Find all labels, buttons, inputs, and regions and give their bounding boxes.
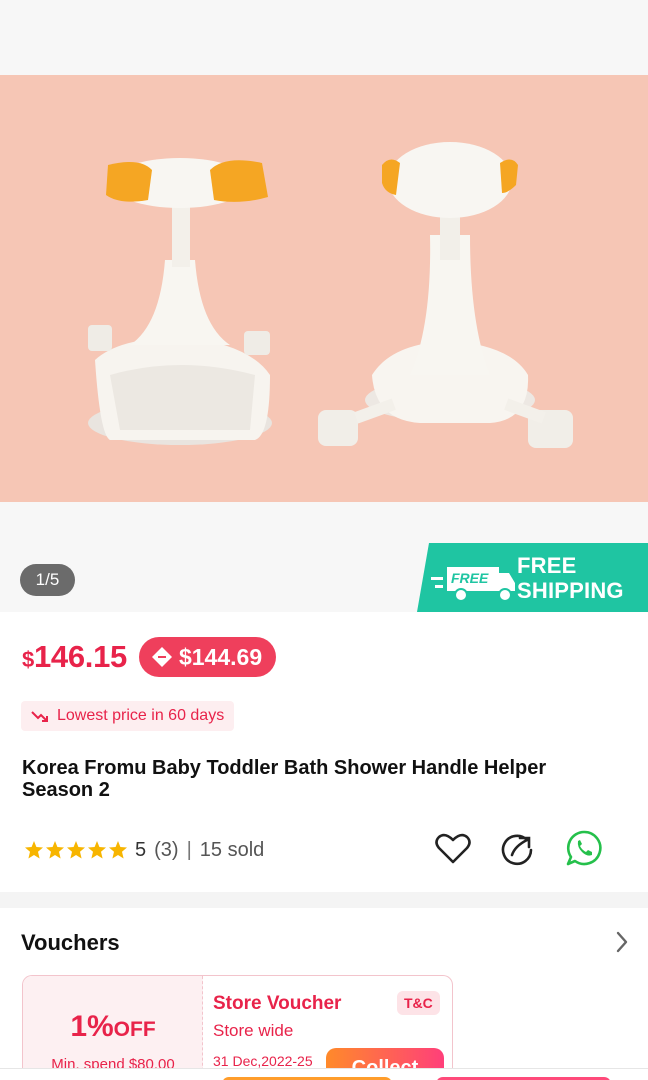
star-icon: [25, 841, 43, 859]
meta-separator: |: [186, 838, 192, 861]
star-icon: [46, 841, 64, 859]
voucher-discount: 1%OFF: [23, 1010, 203, 1044]
star-icon: [88, 841, 106, 859]
like-button[interactable]: [433, 828, 473, 868]
section-divider: [0, 892, 648, 908]
chevron-right-icon[interactable]: [610, 930, 634, 954]
lowest-price-badge: Lowest price in 60 days: [21, 701, 235, 731]
trend-down-icon: [31, 711, 48, 722]
price-main: $146.15: [22, 639, 127, 675]
free-shipping-badge: FREE FREE SHIPPING: [417, 543, 648, 612]
terms-button[interactable]: T&C: [397, 991, 440, 1015]
product-image[interactable]: [0, 75, 648, 502]
star-rating: [24, 841, 129, 859]
bottom-action-bar: [0, 1068, 648, 1080]
top-bar: [0, 0, 648, 75]
product-photo: [0, 75, 648, 502]
review-count: (3): [154, 838, 179, 861]
voucher-date: 31 Dec,2022-25: [213, 1053, 313, 1069]
share-button[interactable]: [498, 828, 538, 868]
whatsapp-button[interactable]: [564, 828, 604, 868]
voucher-price-badge[interactable]: $144.69: [138, 637, 277, 677]
svg-text:FREE: FREE: [451, 570, 489, 586]
price-row: $146.15 $144.69: [22, 637, 277, 677]
price-amount: 146.15: [33, 639, 127, 674]
voucher-card[interactable]: 1%OFF Min. spend $80.00 Store Voucher St…: [22, 975, 453, 1080]
voucher-off: OFF: [113, 1018, 156, 1041]
voucher-price: $144.69: [178, 643, 263, 670]
whatsapp-icon: [566, 830, 602, 866]
image-counter: 1/5: [20, 564, 75, 596]
free-label: FREE: [517, 553, 577, 578]
sold-count: 15 sold: [199, 838, 265, 861]
heart-icon: [435, 833, 471, 864]
product-title: Korea Fromu Baby Toddler Bath Shower Han…: [22, 757, 547, 801]
voucher-tag-icon: [151, 647, 172, 667]
voucher-percent: 1%: [70, 1010, 114, 1043]
shipping-label: SHIPPING: [517, 578, 624, 603]
product-gallery[interactable]: 1/5 FREE FREE SHIPPING: [0, 75, 648, 612]
voucher-name: Store Voucher: [213, 993, 342, 1014]
voucher-discount-panel: 1%OFF Min. spend $80.00: [23, 976, 203, 1080]
star-icon: [109, 841, 127, 859]
voucher-scope: Store wide: [213, 1021, 294, 1040]
rating-row[interactable]: 5 (3) | 15 sold: [24, 834, 264, 866]
star-icon: [67, 841, 85, 859]
rating-value: 5: [135, 838, 147, 861]
vouchers-heading: Vouchers: [21, 930, 120, 955]
price-currency: $: [22, 647, 34, 672]
lowest-price-text: Lowest price in 60 days: [57, 707, 225, 724]
share-icon: [501, 834, 533, 866]
